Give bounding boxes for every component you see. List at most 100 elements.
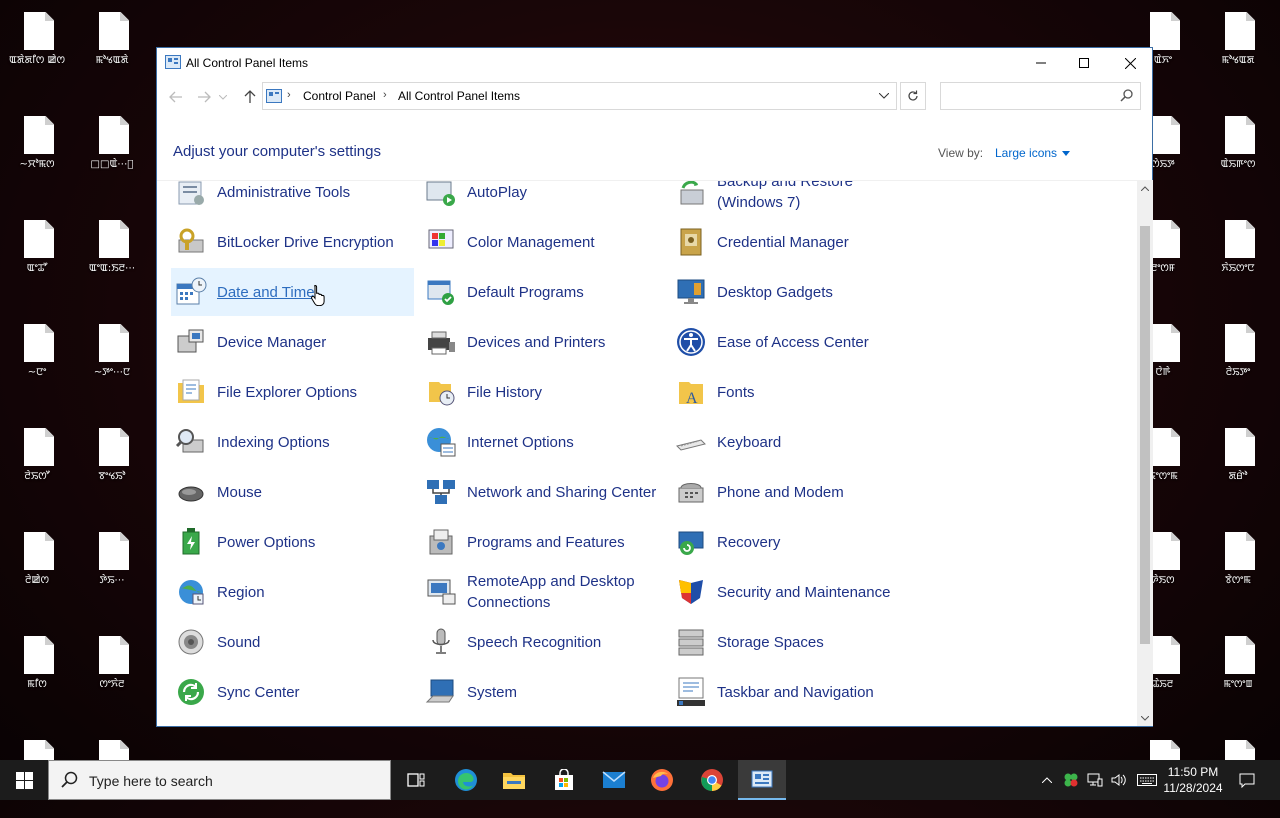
control-panel-item[interactable]: Network and Sharing Center [421,468,664,516]
search-input[interactable] [940,82,1141,110]
control-panel-item[interactable]: BitLocker Drive Encryption [171,218,414,266]
control-panel-icon [165,55,181,69]
caret-down-icon [1062,151,1071,157]
show-hidden-icons-button[interactable] [1038,760,1056,800]
desktop-file-icon[interactable]: ꯁꯦꯈꯥꯂ [77,624,147,714]
control-panel-item[interactable]: Region [171,568,414,616]
control-panel-item[interactable]: Storage Spaces [671,618,914,666]
item-label-text: Taskbar and Navigation [717,683,874,701]
notifications-button[interactable] [1234,760,1260,800]
firefox-button[interactable] [638,760,686,800]
view-mode-dropdown[interactable]: Large icons [995,146,1071,160]
control-panel-item-label: Speech Recognition [467,618,662,666]
control-panel-item[interactable]: Internet Options [421,418,664,466]
store-icon [555,769,573,790]
recent-locations-button[interactable] [217,86,229,108]
scroll-down-button[interactable] [1137,710,1153,726]
control-panel-item[interactable]: Programs and Features [421,518,664,566]
mail-button[interactable] [590,760,638,800]
default-programs-icon [427,280,454,305]
control-panel-item[interactable]: Default Programs [421,268,664,316]
control-panel-item[interactable]: Speech Recognition [421,618,664,666]
control-panel-item[interactable]: File History [421,368,664,416]
control-panel-item[interactable]: Security and Maintenance [671,568,914,616]
desktop-file-icon[interactable]: ~ꯇꯦ⋯ꯅ [77,312,147,402]
back-button[interactable] [165,86,187,108]
desktop-file-icon[interactable]: ꯂꯥꯢꯇꯦ [1203,312,1273,402]
control-panel-item[interactable]: Indexing Options [171,418,414,466]
desktop-file-icon[interactable]: ꯑꯦꯊꯧ [2,208,72,298]
control-panel-item-label: Region [217,568,412,616]
control-panel-item[interactable]: Devices and Printers [421,318,664,366]
task-view-button[interactable] [392,760,440,800]
control-panel-item[interactable]: Ease of Access Center [671,318,914,366]
desktop-file-icon[interactable]: ꯃꯦꯁꯦꯡ [1203,624,1273,714]
control-panel-item[interactable]: Mouse [171,468,414,516]
desktop-file-icon[interactable]: □□ꯑꯥ⋯ꯥ [77,104,147,194]
desktop-file-icon[interactable]: ꯕꯦꯠꯢꯣ [77,416,147,506]
taskbar-search-box[interactable]: Type here to search [48,760,391,800]
control-panel-item[interactable]: Date and Time [171,268,414,316]
control-panel-item[interactable]: Color Management [421,218,664,266]
forward-button[interactable] [193,86,215,108]
network-button[interactable] [1084,760,1106,800]
desktop-file-icon[interactable]: ꯃꯤꯁ [2,624,72,714]
desktop-file-icon[interactable]: ꯈꯥꯢꯁꯦꯅ [1203,208,1273,298]
store-button[interactable] [540,760,588,800]
control-panel-item[interactable]: Recovery [671,518,914,566]
address-bar[interactable]: › Control Panel › All Control Panel Item… [262,82,897,110]
maximize-button[interactable] [1061,48,1107,78]
desktop-file-icon[interactable]: ꯗꯔꯥꯣ [1203,416,1273,506]
control-panel-taskbar-button[interactable] [738,760,786,800]
tray-app-button[interactable] [1060,760,1082,800]
control-panel-item[interactable]: Taskbar and Navigation [671,668,914,716]
desktop-file-icon[interactable]: ꯃꯣꯠꯑꯗꯥ [77,0,147,90]
chrome-button[interactable] [688,760,736,800]
desktop-file-icon[interactable]: ꯕꯥꯁꯦꯃ [1203,520,1273,610]
vertical-scrollbar[interactable] [1137,180,1153,726]
control-panel-item[interactable]: Sound [171,618,414,666]
up-button[interactable] [239,86,261,108]
volume-button[interactable] [1108,760,1130,800]
control-panel-item[interactable]: Sync Center [171,668,414,716]
control-panel-item[interactable]: Keyboard [671,418,914,466]
desktop-file-icon[interactable]: ꯂꯥꯀꯥꯁ [2,520,72,610]
control-panel-item[interactable]: Phone and Modem [671,468,914,516]
desktop-file-icon[interactable]: ꯑꯥꯢꯒꯦꯁ [1203,104,1273,194]
scroll-up-button[interactable] [1137,180,1153,196]
control-panel-item[interactable]: Power Options [171,518,414,566]
desktop-file-icon[interactable]: ~ꯆꯣꯃꯁ [2,104,72,194]
control-panel-item[interactable]: AutoPlay [421,181,664,216]
control-panel-item[interactable]: System [421,668,664,716]
minimize-button[interactable] [1018,48,1064,78]
start-button[interactable] [0,760,48,800]
desktop-file-icon[interactable]: ~ꯅꯦ [2,312,72,402]
control-panel-item[interactable]: Device Manager [171,318,414,366]
file-explorer-button[interactable] [490,760,538,800]
scrollbar-thumb[interactable] [1140,226,1150,644]
desktop-file-icon[interactable]: ꯃꯣꯠꯑꯗ [1203,0,1273,90]
close-button[interactable] [1107,48,1153,78]
breadcrumb-control-panel[interactable]: Control Panel [303,89,376,103]
date-time-icon [176,277,207,305]
address-dropdown-button[interactable] [872,83,896,109]
input-indicator-button[interactable] [1134,760,1160,800]
taskbar-clock[interactable]: 11:50 PM 11/28/2024 [1158,764,1228,796]
control-panel-item[interactable]: File Explorer Options [171,368,414,416]
control-panel-item[interactable]: Desktop Gadgets [671,268,914,316]
control-panel-item[interactable]: A Fonts [671,368,914,416]
title-bar[interactable]: All Control Panel Items [157,48,1152,78]
control-panel-item[interactable]: Administrative Tools [171,181,414,216]
desktop-file-icon[interactable]: ꯑꯗꯥꯗꯤꯁ ꯀꯥꯁ [2,0,72,90]
breadcrumb-all-items[interactable]: All Control Panel Items [398,89,520,103]
desktop-file-icon[interactable]: ꯑꯦꯑ:ꯏꯂ⋯ [77,208,147,298]
control-panel-item[interactable]: Backup and Restore (Windows 7) [671,181,914,216]
desktop-file-icon[interactable]: ꯂꯥꯢꯁꯧ [2,416,72,506]
windows-logo-icon [15,771,33,789]
control-panel-item[interactable]: Credential Manager [671,218,914,266]
edge-button[interactable] [442,760,490,800]
desktop-file-icon[interactable]: ꯇꯥꯢ⋯ [77,520,147,610]
refresh-button[interactable] [900,82,926,110]
document-icon [1225,428,1255,466]
control-panel-item[interactable]: RemoteApp and Desktop Connections [421,568,664,616]
